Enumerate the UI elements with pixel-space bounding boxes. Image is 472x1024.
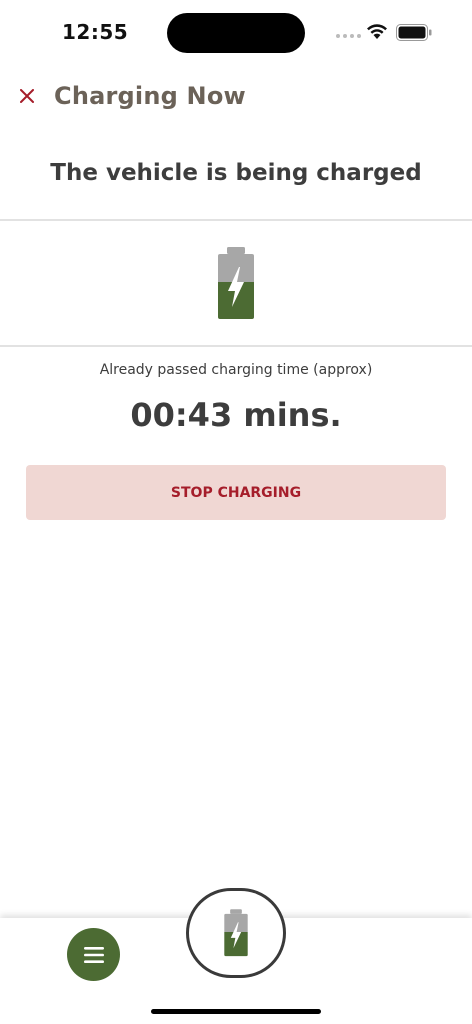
elapsed-time-value: 00:43 mins. <box>130 396 342 434</box>
stop-charging-button[interactable]: STOP CHARGING <box>26 465 446 520</box>
battery-status-icon <box>396 24 432 41</box>
battery-charging-icon <box>218 247 254 319</box>
cellular-signal-icon <box>336 34 361 38</box>
page-title: Charging Now <box>54 82 246 110</box>
dynamic-island <box>167 13 305 53</box>
wifi-icon <box>367 24 387 39</box>
menu-icon <box>83 946 104 963</box>
menu-button[interactable] <box>67 928 120 981</box>
divider <box>0 219 472 221</box>
status-bar: 12:55 <box>0 0 472 64</box>
divider <box>0 345 472 347</box>
battery-charging-icon <box>224 909 248 957</box>
charging-status-heading: The vehicle is being charged <box>50 160 422 186</box>
close-button[interactable] <box>14 82 40 110</box>
elapsed-time-label: Already passed charging time (approx) <box>99 362 373 378</box>
charging-tab-button[interactable] <box>186 888 286 978</box>
header: Charging Now <box>0 78 472 118</box>
home-indicator[interactable] <box>151 1009 321 1014</box>
close-icon <box>20 89 34 103</box>
status-time: 12:55 <box>62 20 129 44</box>
